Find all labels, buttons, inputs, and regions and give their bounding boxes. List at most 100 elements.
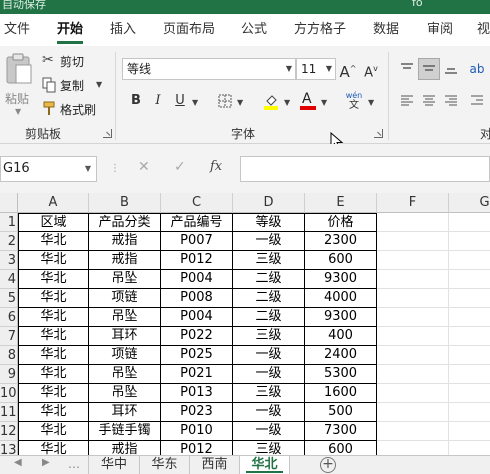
table-cell[interactable]: P008 xyxy=(161,289,233,308)
table-header-cell[interactable]: 产品分类 xyxy=(89,213,161,232)
table-cell[interactable] xyxy=(449,308,490,327)
table-cell[interactable] xyxy=(377,308,449,327)
table-cell[interactable]: 500 xyxy=(305,403,377,422)
table-cell[interactable]: 600 xyxy=(305,441,377,455)
table-cell[interactable]: 600 xyxy=(305,251,377,270)
formula-bar-handle-icon[interactable]: ⋮ xyxy=(110,163,120,174)
row-header[interactable]: 13 xyxy=(0,441,18,455)
increase-font-icon[interactable]: A^ xyxy=(337,58,359,81)
decrease-font-icon[interactable]: Av xyxy=(360,58,382,80)
font-launcher-icon[interactable] xyxy=(374,129,383,138)
table-cell[interactable]: P007 xyxy=(161,232,233,251)
underline-icon[interactable]: U xyxy=(169,90,191,112)
table-cell[interactable]: 吊坠 xyxy=(89,308,161,327)
table-cell[interactable]: P010 xyxy=(161,422,233,441)
name-box[interactable]: G16 ▼ xyxy=(0,156,97,182)
sheet-tab-xinan[interactable]: 西南 xyxy=(190,456,240,474)
row-header[interactable]: 10 xyxy=(0,384,18,403)
sheet-tab-huazhong[interactable]: 华中 xyxy=(88,456,140,474)
table-cell[interactable]: 三级 xyxy=(233,327,305,346)
table-cell[interactable] xyxy=(449,346,490,365)
table-cell[interactable]: 耳环 xyxy=(89,327,161,346)
column-header-b[interactable]: B xyxy=(89,193,161,213)
table-cell[interactable] xyxy=(449,270,490,289)
table-cell[interactable]: 项链 xyxy=(89,346,161,365)
table-cell[interactable]: 戒指 xyxy=(89,232,161,251)
table-cell[interactable]: 一级 xyxy=(233,403,305,422)
table-cell[interactable]: 华北 xyxy=(18,346,89,365)
table-cell[interactable] xyxy=(449,422,490,441)
italic-icon[interactable]: I xyxy=(147,90,169,112)
table-cell[interactable]: P021 xyxy=(161,365,233,384)
indent-icon[interactable] xyxy=(466,90,488,112)
align-top-icon[interactable] xyxy=(396,58,418,80)
align-middle-icon[interactable] xyxy=(418,58,440,80)
table-cell[interactable]: 4000 xyxy=(305,289,377,308)
table-cell[interactable]: 二级 xyxy=(233,289,305,308)
table-cell[interactable]: 三级 xyxy=(233,384,305,403)
table-cell[interactable]: 9300 xyxy=(305,270,377,289)
table-cell[interactable]: 二级 xyxy=(233,270,305,289)
table-cell[interactable]: P012 xyxy=(161,251,233,270)
table-cell[interactable]: P022 xyxy=(161,327,233,346)
table-cell[interactable]: 2300 xyxy=(305,232,377,251)
table-cell[interactable]: 400 xyxy=(305,327,377,346)
table-cell[interactable]: 华北 xyxy=(18,251,89,270)
font-color-icon[interactable]: A xyxy=(297,90,319,112)
table-cell[interactable] xyxy=(377,289,449,308)
align-center-icon[interactable] xyxy=(418,90,440,112)
table-cell[interactable]: 5300 xyxy=(305,365,377,384)
font-size-combo[interactable]: 11 ▼ xyxy=(296,58,336,80)
row-header[interactable]: 8 xyxy=(0,346,18,365)
table-cell[interactable] xyxy=(377,365,449,384)
table-cell[interactable]: 手链手镯 xyxy=(89,422,161,441)
table-cell[interactable]: P023 xyxy=(161,403,233,422)
tab-fangfang[interactable]: 方方格子 xyxy=(294,14,346,46)
table-cell[interactable]: 华北 xyxy=(18,327,89,346)
tab-data[interactable]: 数据 xyxy=(373,14,399,46)
row-header[interactable]: 1 xyxy=(0,213,18,232)
row-header[interactable]: 7 xyxy=(0,327,18,346)
table-header-cell[interactable]: 产品编号 xyxy=(161,213,233,232)
add-sheet-button[interactable]: + xyxy=(320,457,336,473)
row-header[interactable]: 9 xyxy=(0,365,18,384)
table-cell[interactable]: 一级 xyxy=(233,232,305,251)
table-header-cell[interactable] xyxy=(449,213,490,232)
formula-input[interactable] xyxy=(240,156,490,182)
table-cell[interactable] xyxy=(377,232,449,251)
prev-sheet-icon[interactable]: ◀ xyxy=(14,457,22,468)
table-cell[interactable]: 7300 xyxy=(305,422,377,441)
column-header-d[interactable]: D xyxy=(233,193,305,213)
table-cell[interactable] xyxy=(377,270,449,289)
table-cell[interactable]: 耳环 xyxy=(89,403,161,422)
table-cell[interactable] xyxy=(449,403,490,422)
enter-icon[interactable]: ✓ xyxy=(174,159,186,175)
table-cell[interactable]: P004 xyxy=(161,270,233,289)
insert-function-icon[interactable]: fx xyxy=(210,159,222,174)
table-cell[interactable]: 华北 xyxy=(18,308,89,327)
cut-button[interactable]: ✂ 剪切 xyxy=(42,52,94,72)
table-cell[interactable] xyxy=(449,365,490,384)
align-right-icon[interactable] xyxy=(440,90,462,112)
table-cell[interactable] xyxy=(449,384,490,403)
sheet-tab-huabei[interactable]: 华北 xyxy=(240,456,290,474)
column-header-f[interactable]: F xyxy=(377,193,449,213)
cancel-icon[interactable]: ✕ xyxy=(138,159,150,175)
table-cell[interactable]: 二级 xyxy=(233,308,305,327)
tab-home[interactable]: 开始 xyxy=(57,14,84,46)
paste-button[interactable]: 粘贴 ▼ xyxy=(3,52,35,122)
table-cell[interactable]: 吊坠 xyxy=(89,384,161,403)
format-painter-button[interactable]: 格式刷 xyxy=(42,100,98,120)
sheet-more-icon[interactable]: … xyxy=(68,457,80,471)
align-bottom-icon[interactable] xyxy=(440,58,462,80)
table-cell[interactable]: P004 xyxy=(161,308,233,327)
tab-page-layout[interactable]: 页面布局 xyxy=(163,14,215,46)
table-cell[interactable] xyxy=(449,251,490,270)
table-cell[interactable]: 华北 xyxy=(18,422,89,441)
table-cell[interactable]: 一级 xyxy=(233,365,305,384)
table-header-cell[interactable]: 价格 xyxy=(305,213,377,232)
table-cell[interactable]: 一级 xyxy=(233,422,305,441)
sheet-tab-huadong[interactable]: 华东 xyxy=(140,456,190,474)
table-cell[interactable]: 华北 xyxy=(18,232,89,251)
table-cell[interactable] xyxy=(449,232,490,251)
